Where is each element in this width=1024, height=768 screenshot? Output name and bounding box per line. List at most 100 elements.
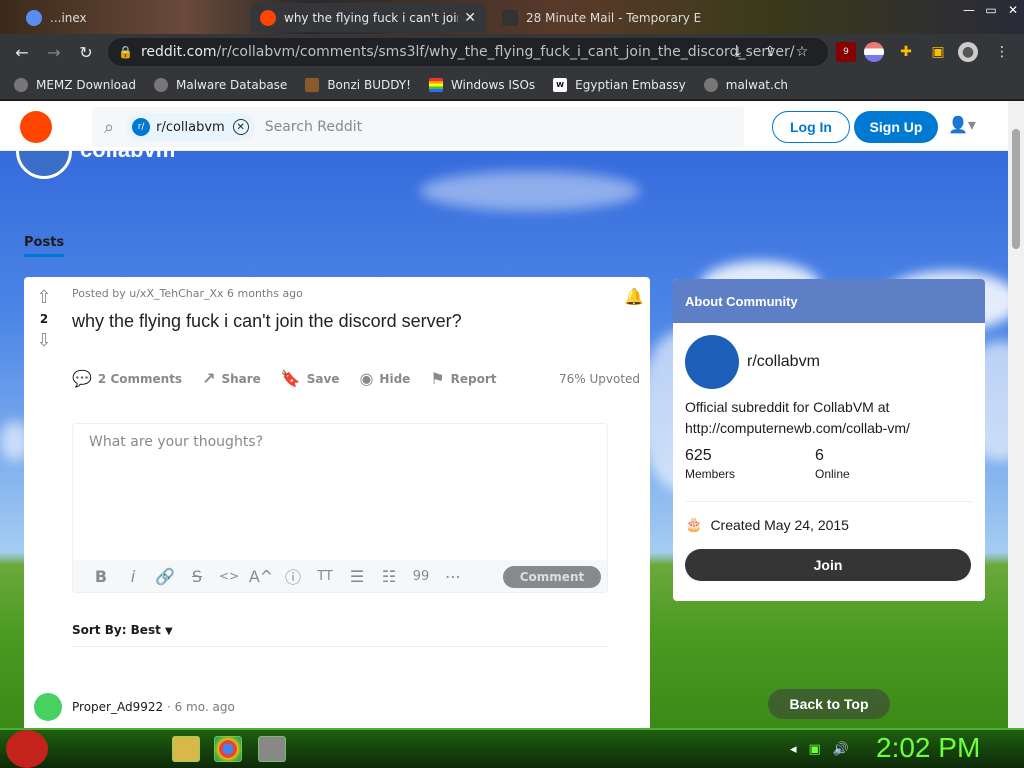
spoiler-icon[interactable]: ⓘ [277,564,309,588]
browser-tab-active[interactable]: why the flying fuck i can't join the ✕ [250,3,486,32]
browser-tab[interactable]: 28 Minute Mail - Temporary Em [492,3,702,32]
scrollbar-thumb[interactable] [1012,129,1020,249]
comment-submit-button[interactable]: Comment [503,566,601,588]
comments-button[interactable]: 💬 2 Comments [72,369,182,388]
bookmark-star-icon[interactable]: ☆ [792,42,812,62]
share-button[interactable]: ↗ Share [202,369,261,388]
reload-icon[interactable]: ↻ [70,43,102,62]
online-stat: 6 Online [815,447,850,481]
background-cloud [420,171,640,211]
sort-dropdown[interactable]: Sort By: Best ▼ [72,623,173,637]
bookmark-item[interactable]: W Egyptian Embassy [553,77,686,92]
post-title: why the flying fuck i can't join the dis… [72,311,462,331]
url-host: reddit.com [140,44,217,60]
tray-arrow-icon[interactable]: ◂ [790,742,797,757]
bookmark-item[interactable]: Malware Database [153,77,287,92]
file-explorer-icon[interactable] [172,736,200,762]
bookmark-icon: 🔖 [280,369,301,388]
forward-icon[interactable]: → [38,43,70,62]
network-icon[interactable]: ▣ [809,742,821,757]
bookmark-label: Windows ISOs [450,77,536,92]
search-input[interactable]: Search Reddit [265,119,362,135]
join-button[interactable]: Join [685,549,971,581]
search-community-chip[interactable]: r/ r/collabvm ✕ [126,113,255,141]
cake-icon: 🎂 [685,516,703,532]
page-scrollbar[interactable] [1008,101,1024,728]
inline-code-icon[interactable]: <> [213,569,245,583]
strikethrough-icon[interactable]: S [181,567,213,586]
comment-input[interactable]: What are your thoughts? [89,434,263,450]
back-icon[interactable]: ← [6,43,38,62]
notification-bell-icon[interactable]: 🔔 [624,287,644,306]
side-panel-icon[interactable]: ▣ [928,42,948,62]
globe-icon [153,77,168,92]
tab-posts[interactable]: Posts [24,235,65,257]
action-label: Report [450,371,497,386]
login-button[interactable]: Log In [772,111,850,143]
downvote-icon[interactable]: ⇩ [32,330,56,351]
bookmark-item[interactable]: malwat.ch [703,77,788,92]
action-label: Save [306,371,340,386]
search-bar[interactable]: ⌕ r/ r/collabvm ✕ Search Reddit [92,107,744,147]
comment-icon: 💬 [72,369,92,388]
close-tab-icon[interactable]: ✕ [458,10,476,26]
avatar[interactable] [34,693,62,721]
ublock-icon[interactable]: 9 [836,42,856,62]
share-icon[interactable]: ⇪ [760,42,780,62]
bookmark-item[interactable]: Windows ISOs [428,77,536,92]
window-controls: — ▭ ✕ [958,0,1024,20]
heading-icon[interactable]: TT [309,569,341,584]
comment-editor[interactable]: What are your thoughts? B i 🔗 S <> A^ ⓘ … [72,423,608,593]
bullet-list-icon[interactable]: ☰ [341,567,373,586]
numbered-list-icon[interactable]: ☷ [373,567,405,586]
bold-icon[interactable]: B [85,567,117,586]
start-button-angry-bird-icon[interactable] [6,730,48,768]
back-to-top-button[interactable]: Back to Top [768,689,890,719]
reddit-favicon-icon [260,9,276,26]
taskbar-clock[interactable]: 2:02 PM [876,732,980,764]
hide-button[interactable]: ◉ Hide [359,369,410,388]
browser-tab[interactable]: ...inex [16,3,246,32]
bookmark-item[interactable]: Bonzi BUDDY! [305,77,411,92]
minimize-icon[interactable]: — [958,0,980,20]
report-button[interactable]: ⚑ Report [430,369,496,388]
tab-favicon-icon [26,9,42,26]
signup-button[interactable]: Sign Up [854,111,938,143]
quote-icon[interactable]: 99 [405,569,437,584]
italic-icon[interactable]: i [117,567,149,586]
comment-author[interactable]: Proper_Ad9922 [72,700,163,714]
community-name[interactable]: r/collabvm [747,353,820,371]
extensions-puzzle-icon[interactable]: ✚ [896,42,916,62]
install-icon[interactable]: ⤓ [728,42,748,62]
more-options-icon[interactable]: ⋯ [437,567,469,586]
save-button[interactable]: 🔖 Save [281,369,340,388]
action-label: Share [221,371,261,386]
clear-chip-icon[interactable]: ✕ [232,119,249,135]
volume-icon[interactable]: 🔊 [833,742,849,757]
close-window-icon[interactable]: ✕ [1002,0,1024,20]
bookmark-item[interactable]: MEMZ Download [14,77,136,92]
bonzi-icon [305,77,320,92]
bookmark-label: Bonzi BUDDY! [327,77,411,92]
address-bar[interactable]: 🔒 reddit.com /r/collabvm/comments/sms3lf… [108,38,828,66]
maximize-icon[interactable]: ▭ [980,0,1002,20]
superscript-icon[interactable]: A^ [245,567,277,586]
menu-kebab-icon[interactable]: ⋮ [992,42,1012,62]
chrome-icon[interactable] [214,736,242,762]
globe-icon [14,77,28,92]
link-icon[interactable]: 🔗 [149,567,181,586]
editor-toolbar: B i 🔗 S <> A^ ⓘ TT ☰ ☷ 99 ⋯ Comment [73,560,607,592]
community-icon[interactable] [685,335,739,389]
globe-icon [703,77,718,92]
profile-icon[interactable]: ● [958,42,978,62]
reddit-logo-icon[interactable] [20,111,52,143]
upvote-icon[interactable]: ⇧ [32,287,56,308]
flag-extension-icon[interactable] [864,42,884,62]
paint-icon[interactable] [258,736,286,762]
divider [72,646,608,647]
online-count: 6 [815,447,824,464]
comment-header: Proper_Ad9922 · 6 mo. ago [72,700,235,714]
post-card: ⇧ 2 ⇩ Posted by u/xX_TehChar_Xx 6 months… [24,277,650,728]
members-count: 625 [685,447,712,464]
user-menu-icon[interactable]: 👤▾ [948,115,976,134]
